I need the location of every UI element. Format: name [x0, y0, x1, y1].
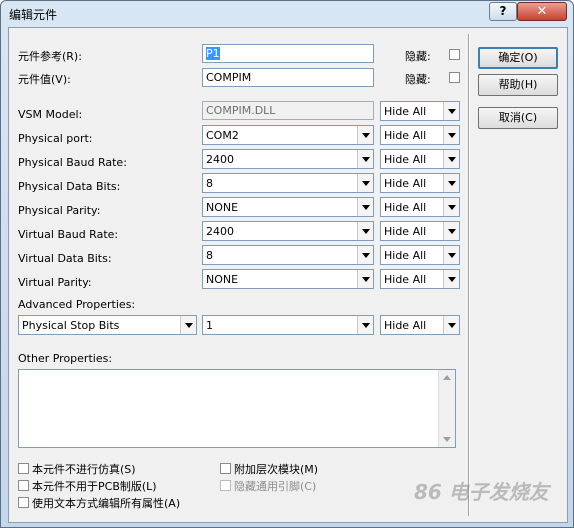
textarea-scrollbar[interactable]	[438, 370, 455, 447]
physical-data-bits-select[interactable]: 8	[202, 173, 374, 193]
attach-hierarchy-checkbox[interactable]	[220, 463, 231, 474]
chevron-down-icon[interactable]	[443, 246, 459, 264]
chevron-down-icon[interactable]	[357, 270, 373, 288]
chevron-down-icon[interactable]	[443, 198, 459, 216]
chevron-down-icon[interactable]	[443, 174, 459, 192]
chevron-down-icon[interactable]	[180, 316, 196, 334]
virtual-baud-select[interactable]: 2400	[202, 221, 374, 241]
chevron-down-icon[interactable]	[443, 126, 459, 144]
prop-label-physical-parity: Physical Parity:	[18, 204, 101, 217]
advanced-properties-label: Advanced Properties:	[18, 298, 136, 311]
hide-pins-checkbox	[220, 480, 231, 491]
scroll-up-icon[interactable]	[439, 370, 455, 386]
physical-port-select[interactable]: COM2	[202, 125, 374, 145]
chevron-down-icon[interactable]	[357, 222, 373, 240]
help-button[interactable]: 帮助(H)	[478, 74, 558, 96]
chevron-down-icon[interactable]	[357, 126, 373, 144]
prop-label-virtual-parity: Virtual Parity:	[18, 276, 92, 289]
chevron-down-icon[interactable]	[357, 246, 373, 264]
prop-label-physical-baud: Physical Baud Rate:	[18, 156, 127, 169]
vsm-model-visibility[interactable]: Hide All	[380, 101, 460, 121]
virtual-data-bits-visibility[interactable]: Hide All	[380, 245, 460, 265]
watermark: 86 电子发烧友	[414, 480, 549, 504]
physical-parity-select[interactable]: NONE	[202, 197, 374, 217]
window-title: 编辑元件	[9, 8, 58, 22]
value-hidden-checkbox[interactable]	[449, 72, 460, 83]
virtual-baud-visibility[interactable]: Hide All	[380, 221, 460, 241]
ref-label: 元件参考(R):	[18, 50, 82, 63]
chevron-down-icon[interactable]	[443, 102, 459, 120]
other-properties-textarea[interactable]	[18, 369, 456, 448]
exclude-pcb-label: 本元件不用于PCB制版(L)	[32, 480, 157, 493]
exclude-pcb-checkbox[interactable]	[18, 480, 29, 491]
advanced-property-visibility[interactable]: Hide All	[380, 315, 460, 335]
dialog-body: 元件参考(R): P1 隐藏: 元件值(V): COMPIM 隐藏: VSM M…	[8, 27, 568, 523]
advanced-property-name-select[interactable]: Physical Stop Bits	[18, 315, 197, 335]
virtual-data-bits-select[interactable]: 8	[202, 245, 374, 265]
edit-as-text-checkbox[interactable]	[18, 497, 29, 508]
no-simulate-checkbox[interactable]	[18, 463, 29, 474]
title-bar: 编辑元件 ? ✕	[1, 1, 573, 25]
chevron-down-icon[interactable]	[443, 150, 459, 168]
cancel-button[interactable]: 取消(C)	[478, 107, 558, 129]
scroll-down-icon[interactable]	[439, 431, 455, 447]
physical-baud-select[interactable]: 2400	[202, 149, 374, 169]
close-button[interactable]: ✕	[517, 2, 567, 21]
prop-label-vsm-model: VSM Model:	[18, 108, 83, 121]
ref-hidden-checkbox[interactable]	[449, 49, 460, 60]
chevron-down-icon[interactable]	[443, 316, 459, 334]
no-simulate-label: 本元件不进行仿真(S)	[32, 463, 136, 476]
chevron-down-icon[interactable]	[357, 198, 373, 216]
attach-hierarchy-label: 附加层次模块(M)	[234, 463, 319, 476]
chevron-down-icon[interactable]	[357, 174, 373, 192]
ref-hidden-label: 隐藏:	[405, 50, 431, 63]
help-title-button[interactable]: ?	[489, 2, 517, 21]
value-hidden-label: 隐藏:	[405, 73, 431, 86]
edit-as-text-label: 使用文本方式编辑所有属性(A)	[32, 497, 181, 510]
chevron-down-icon[interactable]	[357, 150, 373, 168]
ok-button[interactable]: 确定(O)	[478, 47, 558, 69]
prop-label-virtual-baud: Virtual Baud Rate:	[18, 228, 119, 241]
advanced-property-value-select[interactable]: 1	[202, 315, 374, 335]
hide-pins-label: 隐藏通用引脚(C)	[234, 480, 317, 493]
physical-port-visibility[interactable]: Hide All	[380, 125, 460, 145]
prop-label-virtual-data-bits: Virtual Data Bits:	[18, 252, 112, 265]
virtual-parity-visibility[interactable]: Hide All	[380, 269, 460, 289]
virtual-parity-select[interactable]: NONE	[202, 269, 374, 289]
prop-label-physical-port: Physical port:	[18, 132, 93, 145]
vertical-separator	[468, 34, 470, 516]
physical-data-bits-visibility[interactable]: Hide All	[380, 173, 460, 193]
chevron-down-icon[interactable]	[443, 270, 459, 288]
chevron-down-icon[interactable]	[357, 316, 373, 334]
physical-baud-visibility[interactable]: Hide All	[380, 149, 460, 169]
ref-input[interactable]: P1	[202, 44, 374, 63]
prop-label-physical-data-bits: Physical Data Bits:	[18, 180, 121, 193]
physical-parity-visibility[interactable]: Hide All	[380, 197, 460, 217]
chevron-down-icon[interactable]	[443, 222, 459, 240]
edit-component-dialog: 编辑元件 ? ✕ 元件参考(R): P1 隐藏: 元件值(V): COMPIM …	[0, 0, 574, 528]
value-label: 元件值(V):	[18, 73, 71, 86]
other-properties-label: Other Properties:	[18, 352, 113, 365]
value-input[interactable]: COMPIM	[202, 68, 374, 87]
vsm-model-field: COMPIM.DLL	[202, 101, 374, 120]
